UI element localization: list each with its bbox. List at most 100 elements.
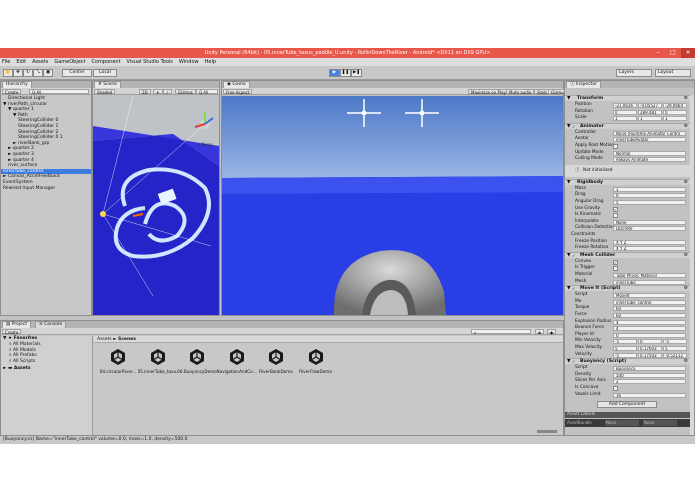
aspect-dropdown[interactable]: Free Aspect — [223, 89, 253, 95]
menu-window[interactable]: Window — [179, 59, 199, 65]
breadcrumb-assets[interactable]: Assets — [97, 337, 112, 342]
buoyancy-header[interactable]: ▼ ✓ Buoyancy (Script) ⚙ — [565, 358, 690, 365]
menu-assets[interactable]: Assets — [32, 59, 48, 65]
field-value[interactable]: Normal — [613, 150, 686, 156]
vector-y-field[interactable]: 289.481 — [638, 109, 662, 115]
menu-component[interactable]: Component — [92, 59, 121, 65]
mesh-collider-header[interactable]: ▼ ✓ Mesh Collider ⚙ — [565, 251, 690, 258]
tab-scene[interactable]: # Scene — [94, 81, 121, 88]
vector-y-field[interactable]: -0.05527 — [638, 103, 662, 108]
scene-search-input[interactable]: Q·All — [196, 89, 218, 95]
field-value[interactable]: 0 — [613, 332, 686, 338]
vector-z-field[interactable]: -5 — [663, 339, 687, 345]
field-value[interactable]: 1 — [613, 186, 686, 192]
field-value[interactable]: None — [613, 219, 686, 225]
vector-x-field[interactable]: -5 — [613, 352, 637, 358]
move-it-header[interactable]: ▼ ✓ Move It (Script) ⚙ — [565, 285, 690, 292]
tab-game[interactable]: ◉ Game — [223, 81, 250, 88]
hierarchy-search-input[interactable]: Q·All — [29, 89, 89, 95]
layout-dropdown[interactable]: Layout — [655, 69, 691, 77]
vector-x-field[interactable]: 0 — [613, 109, 637, 115]
filter-type-icon[interactable]: ◈ — [535, 329, 545, 335]
menu-file[interactable]: File — [2, 59, 10, 65]
breadcrumb-scenes[interactable]: Scenes — [118, 337, 136, 342]
vector-z-field[interactable]: -0.52112 — [663, 352, 687, 358]
scene-asset[interactable]: RiverFlowDemo — [296, 348, 336, 374]
menu-visual-studio-tools[interactable]: Visual Studio Tools — [127, 59, 173, 65]
asset-bundle-variant-dropdown[interactable]: None — [643, 420, 677, 427]
field-checkbox[interactable] — [613, 213, 618, 219]
menu-help[interactable]: Help — [205, 59, 216, 65]
vector-x-field[interactable]: 1 — [613, 116, 637, 122]
animator-header[interactable]: ▼ ✓ Animator ⚙ — [565, 122, 690, 129]
hand-tool-icon[interactable]: ✋ — [3, 69, 13, 77]
field-value[interactable]: Always Animate — [613, 157, 686, 163]
step-button[interactable]: ▶❚ — [351, 69, 362, 77]
filter-label-icon[interactable]: ◆ — [547, 329, 557, 335]
close-button[interactable]: ✕ — [681, 48, 695, 58]
add-component-button[interactable]: Add Component — [597, 401, 657, 409]
field-value[interactable]: innerTube — [613, 279, 686, 285]
move-tool-icon[interactable]: ✥ — [13, 69, 23, 77]
vector-x-field[interactable]: -21.0636 — [613, 103, 637, 108]
minimize-button[interactable]: – — [651, 48, 665, 58]
layers-dropdown[interactable]: Layers — [616, 69, 652, 77]
vector-z-field[interactable]: 5 — [663, 346, 687, 351]
mute-audio-toggle[interactable]: Mute audio — [506, 89, 535, 95]
rigidbody-header[interactable]: ▼ Rigidbody ⚙ — [565, 178, 690, 185]
field-value[interactable]: 2 — [613, 379, 686, 385]
assets-header[interactable]: ► ▬ Assets — [3, 366, 31, 372]
pivot-toggle[interactable]: Center — [62, 69, 92, 77]
field-value[interactable]: MoveIt — [613, 293, 686, 299]
scene-asset[interactable]: 06.BuoyancyDemo — [177, 348, 217, 374]
project-search-input[interactable]: ⌕ — [471, 329, 531, 335]
scene-gizmos-dropdown[interactable]: Gizmos — [175, 89, 196, 95]
hierarchy-create-button[interactable]: Create — [2, 89, 22, 95]
rect-tool-icon[interactable]: ▣ — [43, 69, 53, 77]
vector-z-field[interactable]: 1 — [663, 116, 687, 122]
transform-header[interactable]: ▼ Transform ⚙ — [565, 95, 690, 101]
shading-dropdown[interactable]: Shaded — [94, 89, 116, 95]
field-checkbox[interactable] — [613, 386, 618, 391]
field-value[interactable]: 4 — [613, 326, 686, 332]
rotate-tool-icon[interactable]: ↻ — [23, 69, 33, 77]
field-value[interactable]: X Y Z — [613, 239, 686, 245]
field-value[interactable]: 500 — [613, 372, 686, 378]
maximize-on-play-toggle[interactable]: Maximize on Play — [468, 89, 509, 95]
tab-hierarchy[interactable]: Hierarchy — [2, 81, 32, 88]
field-value[interactable]: X Y Z — [613, 246, 686, 252]
field-value[interactable]: Tube Physic Material — [613, 273, 686, 278]
field-value[interactable]: Buoyancy — [613, 366, 686, 372]
play-button[interactable]: ▶ — [329, 69, 340, 77]
menu-edit[interactable]: Edit — [16, 59, 26, 65]
tab-console[interactable]: ≡ Console — [35, 321, 67, 328]
maximize-button[interactable]: □ — [666, 48, 680, 58]
field-checkbox[interactable]: ✓ — [613, 206, 618, 212]
scene-asset[interactable]: 05.innerTube_taxu... — [138, 348, 178, 374]
vector-y-field[interactable]: 0.17503 — [638, 352, 662, 358]
favorites-header[interactable]: ▼ ★ Favorites — [3, 336, 37, 342]
icon-size-slider[interactable] — [537, 430, 557, 433]
field-value[interactable]: innerTube_control — [613, 299, 686, 305]
vector-z-field[interactable]: -29.0664 — [663, 103, 687, 108]
scene-audio-icon[interactable]: ♪ — [163, 89, 172, 95]
2d-toggle[interactable]: 2D — [139, 89, 151, 95]
field-value[interactable]: 60 — [613, 306, 686, 312]
field-value[interactable]: 16 — [613, 392, 686, 398]
field-checkbox[interactable]: ✓ — [613, 259, 618, 265]
vector-x-field[interactable]: -5 — [613, 339, 637, 345]
scene-lighting-icon[interactable]: ☀ — [153, 89, 163, 95]
vector-z-field[interactable]: 0 — [663, 109, 687, 115]
space-toggle[interactable]: Local — [93, 69, 117, 77]
game-viewport[interactable] — [222, 96, 563, 315]
field-value[interactable]: 0 — [613, 193, 686, 199]
field-value[interactable]: None (Runtime Animator Contro — [613, 130, 686, 136]
field-value[interactable]: Discrete — [613, 226, 686, 232]
hierarchy-item[interactable]: Rewired Input Manager — [1, 186, 91, 192]
vector-y-field[interactable]: 1 — [638, 116, 662, 122]
menu-gameobject[interactable]: GameObject — [54, 59, 85, 65]
favorite-item[interactable]: ⌕ All Scripts — [9, 359, 35, 365]
field-value[interactable]: 60 — [613, 313, 686, 318]
field-value[interactable]: 4 — [613, 319, 686, 325]
project-create-button[interactable]: Create — [2, 329, 22, 335]
